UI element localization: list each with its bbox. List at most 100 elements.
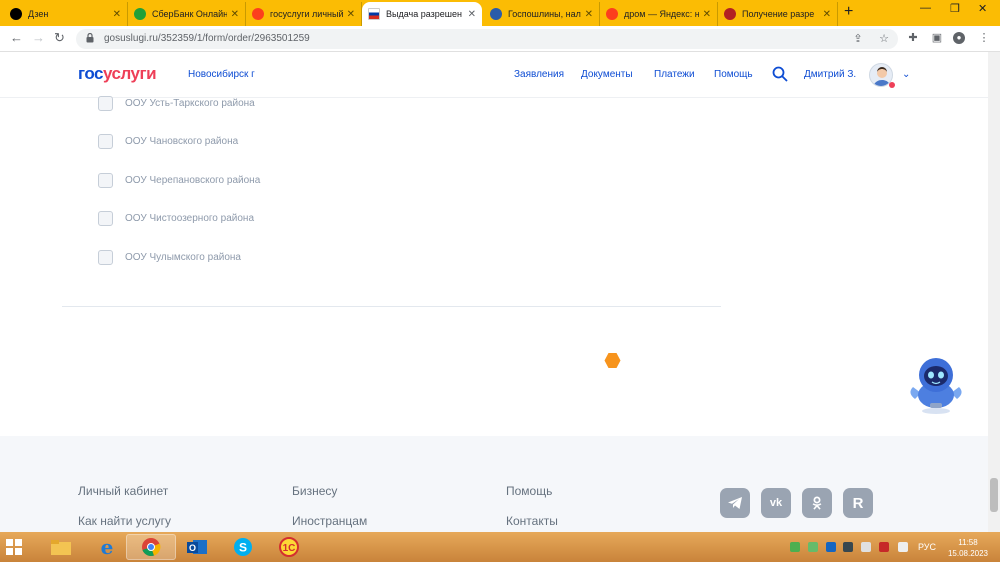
close-tab-icon[interactable]: ✕ [347,9,355,20]
reload-icon[interactable]: ↻ [54,30,65,46]
browser-tab-strip: Дзен ✕ СберБанк Онлайн ✕ госуслуги личны… [0,0,1000,26]
checkbox[interactable] [98,172,113,188]
rutube-icon[interactable]: R [843,488,873,518]
tray-app-icon[interactable] [808,542,818,552]
close-tab-icon[interactable]: ✕ [585,9,593,20]
chrome-icon [142,538,161,557]
checkbox[interactable] [98,210,113,226]
dzen-favicon-icon [10,8,22,20]
nav-help[interactable]: Помощь [714,69,753,80]
nalog-favicon-icon [490,8,502,20]
nav-documents[interactable]: Документы [581,69,633,80]
user-name[interactable]: Дмитрий З. [804,69,856,80]
odnoklassniki-icon[interactable] [802,488,832,518]
telegram-icon[interactable] [720,488,750,518]
close-tab-icon[interactable]: ✕ [468,9,476,20]
russia-flag-favicon-icon [368,8,380,20]
taskbar-file-explorer[interactable] [36,534,86,560]
nav-payments[interactable]: Платежи [654,69,695,80]
profile-icon[interactable]: ● [953,32,965,44]
windows-taskbar: e O S 1С РУС 11:58 15.08.2023 [0,532,1000,562]
minimize-icon[interactable]: — [920,2,931,14]
taskbar-chrome[interactable] [126,534,176,560]
city-selector[interactable]: Новосибирск г [188,69,255,80]
tab-dzen[interactable]: Дзен ✕ [4,2,128,26]
tab-gosposhliny[interactable]: Госпошлины, нал ✕ [484,2,600,26]
site-favicon-icon [724,8,736,20]
close-tab-icon[interactable]: ✕ [113,9,121,20]
extensions-icon[interactable]: ✚ [907,32,919,44]
restore-icon[interactable]: ❐ [950,2,960,15]
svg-text:O: O [189,543,196,553]
list-item[interactable]: ООУ Усть-Таркского района [98,95,255,111]
footer-link-find-service[interactable]: Как найти услугу [78,514,171,528]
folder-icon [51,540,71,555]
taskbar-skype[interactable]: S [218,534,268,560]
tab-sberbank[interactable]: СберБанк Онлайн ✕ [128,2,246,26]
footer-link-business[interactable]: Бизнесу [292,484,337,498]
svg-text:S: S [239,541,247,555]
footer-link-contacts[interactable]: Контакты [506,514,558,528]
tray-volume-icon[interactable] [898,542,908,552]
taskbar-outlook[interactable]: O [172,534,222,560]
scrollbar-thumb[interactable] [990,478,998,512]
side-panel-icon[interactable]: ▣ [931,32,943,44]
windows-start-icon[interactable] [6,539,22,555]
ie-icon: e [100,535,114,559]
address-bar-row: ← → ↻ gosuslugi.ru/352359/1/form/order/2… [0,26,1000,52]
tab-permit-info[interactable]: Получение разре ✕ [718,2,838,26]
close-tab-icon[interactable]: ✕ [703,9,711,20]
section-divider [62,306,721,307]
system-clock[interactable]: 11:58 15.08.2023 [946,537,990,559]
menu-dots-icon[interactable]: ⋮ [978,32,990,44]
bookmark-star-icon[interactable]: ☆ [878,33,890,45]
list-item[interactable]: ООУ Чистоозерного района [98,210,254,226]
yandex-favicon-icon [252,8,264,20]
forward-icon[interactable]: → [32,30,45,45]
svg-text:1С: 1С [283,543,296,554]
close-tab-icon[interactable]: ✕ [231,9,239,20]
tab-drom-yandex[interactable]: дром — Яндекс: н ✕ [600,2,718,26]
tab-active-permit[interactable]: Выдача разрешен ✕ [362,2,482,26]
page-scrollbar[interactable] [988,52,1000,532]
footer-link-foreigners[interactable]: Иностранцам [292,514,367,528]
sberbank-favicon-icon [134,8,146,20]
assistant-robot-icon[interactable] [905,355,967,415]
list-item[interactable]: ООУ Черепановского района [98,172,260,188]
url-field[interactable]: gosuslugi.ru/352359/1/form/order/2963501… [76,29,898,49]
list-item[interactable]: ООУ Чулымского района [98,249,241,265]
tray-outlook-icon[interactable] [826,542,836,552]
close-tab-icon[interactable]: ✕ [823,9,831,20]
lock-icon[interactable] [86,33,94,43]
checkbox[interactable] [98,249,113,265]
new-tab-button[interactable]: + [844,3,853,21]
language-indicator[interactable]: РУС [918,542,936,552]
taskbar-internet-explorer[interactable]: e [82,534,132,560]
1c-icon: 1С [279,537,299,557]
url-text: gosuslugi.ru/352359/1/form/order/2963501… [104,33,310,44]
site-header: госуслуги Новосибирск г Заявления Докуме… [0,52,1000,98]
tray-shield-icon[interactable] [790,542,800,552]
checkbox[interactable] [98,133,113,149]
yandex-favicon-icon [606,8,618,20]
vk-icon[interactable]: vk [761,488,791,518]
checkbox[interactable] [98,95,113,111]
list-item[interactable]: ООУ Чановского района [98,133,238,149]
chevron-down-icon[interactable]: ⌄ [902,69,910,80]
search-icon[interactable] [772,66,788,82]
taskbar-1c[interactable]: 1С [264,534,314,560]
close-window-icon[interactable]: ✕ [978,2,987,15]
gosuslugi-logo[interactable]: госуслуги [78,64,157,84]
nav-applications[interactable]: Заявления [514,69,564,80]
back-icon[interactable]: ← [10,30,23,45]
tray-network-icon[interactable] [861,542,871,552]
skype-icon: S [234,538,252,556]
loading-spinner-icon [604,353,621,368]
share-icon[interactable]: ⇪ [852,33,864,45]
notification-dot [889,82,895,88]
footer-link-cabinet[interactable]: Личный кабинет [78,484,168,498]
footer-link-help[interactable]: Помощь [506,484,552,498]
tab-gosuslugi-search[interactable]: госуслуги личный ✕ [246,2,362,26]
tray-notify-icon[interactable] [879,542,889,552]
tray-monitor-icon[interactable] [843,542,853,552]
